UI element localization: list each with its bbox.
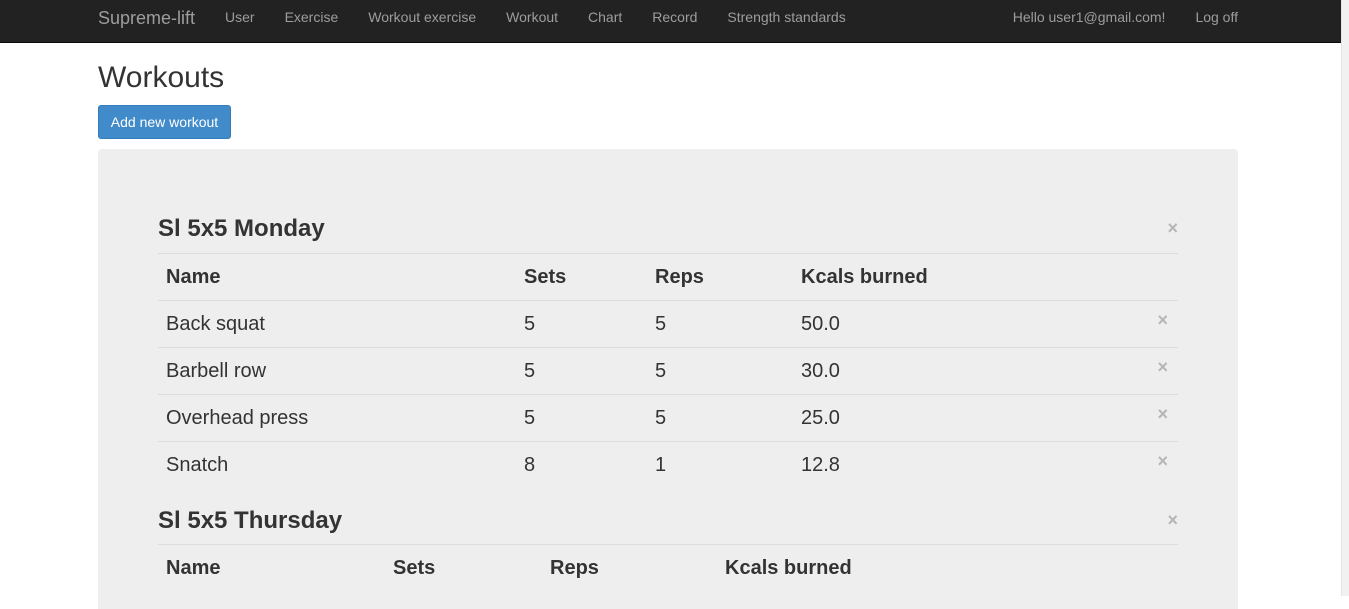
table-row: Back squat 5 5 50.0 × bbox=[158, 300, 1178, 348]
column-header-reps: Reps bbox=[542, 544, 717, 592]
exercise-kcals: 25.0 bbox=[793, 394, 1138, 442]
delete-exercise-icon[interactable]: × bbox=[1157, 311, 1168, 329]
workouts-panel: Sl 5x5 Monday × Name Sets Reps Kcals bur… bbox=[98, 149, 1238, 609]
log-off-link[interactable]: Log off bbox=[1165, 0, 1238, 42]
exercise-reps: 5 bbox=[647, 347, 793, 395]
column-header-sets: Sets bbox=[385, 544, 542, 592]
nav-link-exercise[interactable]: Exercise bbox=[270, 0, 354, 42]
nav-link-strength-standards[interactable]: Strength standards bbox=[712, 0, 860, 42]
table-header-row: Name Sets Reps Kcals burned bbox=[158, 544, 1178, 592]
nav-links: User Exercise Workout exercise Workout C… bbox=[210, 0, 861, 42]
table-row: Snatch 8 1 12.8 × bbox=[158, 441, 1178, 489]
delete-workout-icon[interactable]: × bbox=[1167, 219, 1178, 237]
exercise-table: Name Sets Reps Kcals burned bbox=[158, 544, 1178, 592]
exercise-kcals: 50.0 bbox=[793, 300, 1138, 348]
exercise-name: Barbell row bbox=[158, 347, 516, 395]
table-header-row: Name Sets Reps Kcals burned bbox=[158, 253, 1178, 301]
brand-link[interactable]: Supreme-lift bbox=[98, 0, 195, 42]
exercise-sets: 8 bbox=[516, 441, 647, 489]
workout-title: Sl 5x5 Thursday bbox=[158, 507, 343, 534]
delete-workout-icon[interactable]: × bbox=[1167, 511, 1178, 529]
exercise-sets: 5 bbox=[516, 394, 647, 442]
table-row: Barbell row 5 5 30.0 × bbox=[158, 347, 1178, 395]
exercise-reps: 5 bbox=[647, 300, 793, 348]
user-greeting-link[interactable]: Hello user1@gmail.com! bbox=[983, 0, 1166, 42]
exercise-name: Overhead press bbox=[158, 394, 516, 442]
nav-link-workout[interactable]: Workout bbox=[491, 0, 573, 42]
page-title: Workouts bbox=[98, 61, 225, 94]
nav-link-user[interactable]: User bbox=[210, 0, 270, 42]
exercise-reps: 1 bbox=[647, 441, 793, 489]
page-scrollbar[interactable] bbox=[1341, 0, 1349, 596]
nav-link-chart[interactable]: Chart bbox=[573, 0, 637, 42]
column-header-kcals: Kcals burned bbox=[793, 253, 1138, 301]
exercise-kcals: 30.0 bbox=[793, 347, 1138, 395]
exercise-table: Name Sets Reps Kcals burned Back squat 5… bbox=[158, 253, 1178, 489]
column-header-reps: Reps bbox=[647, 253, 793, 301]
delete-exercise-icon[interactable]: × bbox=[1157, 358, 1168, 376]
top-navbar: Supreme-lift User Exercise Workout exerc… bbox=[0, 0, 1341, 43]
delete-exercise-icon[interactable]: × bbox=[1157, 405, 1168, 423]
add-new-workout-button[interactable]: Add new workout bbox=[98, 105, 231, 139]
exercise-name: Back squat bbox=[158, 300, 516, 348]
nav-link-workout-exercise[interactable]: Workout exercise bbox=[353, 0, 491, 42]
exercise-sets: 5 bbox=[516, 347, 647, 395]
nav-user-area: Hello user1@gmail.com! Log off bbox=[983, 0, 1238, 42]
workout-title: Sl 5x5 Monday bbox=[158, 215, 325, 242]
exercise-kcals: 12.8 bbox=[793, 441, 1138, 489]
table-row: Overhead press 5 5 25.0 × bbox=[158, 394, 1178, 442]
column-header-name: Name bbox=[158, 544, 385, 592]
column-header-sets: Sets bbox=[516, 253, 647, 301]
exercise-name: Snatch bbox=[158, 441, 516, 489]
delete-exercise-icon[interactable]: × bbox=[1157, 452, 1168, 470]
exercise-sets: 5 bbox=[516, 300, 647, 348]
column-header-name: Name bbox=[158, 253, 516, 301]
column-header-kcals: Kcals burned bbox=[717, 544, 1132, 592]
nav-link-record[interactable]: Record bbox=[637, 0, 712, 42]
exercise-reps: 5 bbox=[647, 394, 793, 442]
